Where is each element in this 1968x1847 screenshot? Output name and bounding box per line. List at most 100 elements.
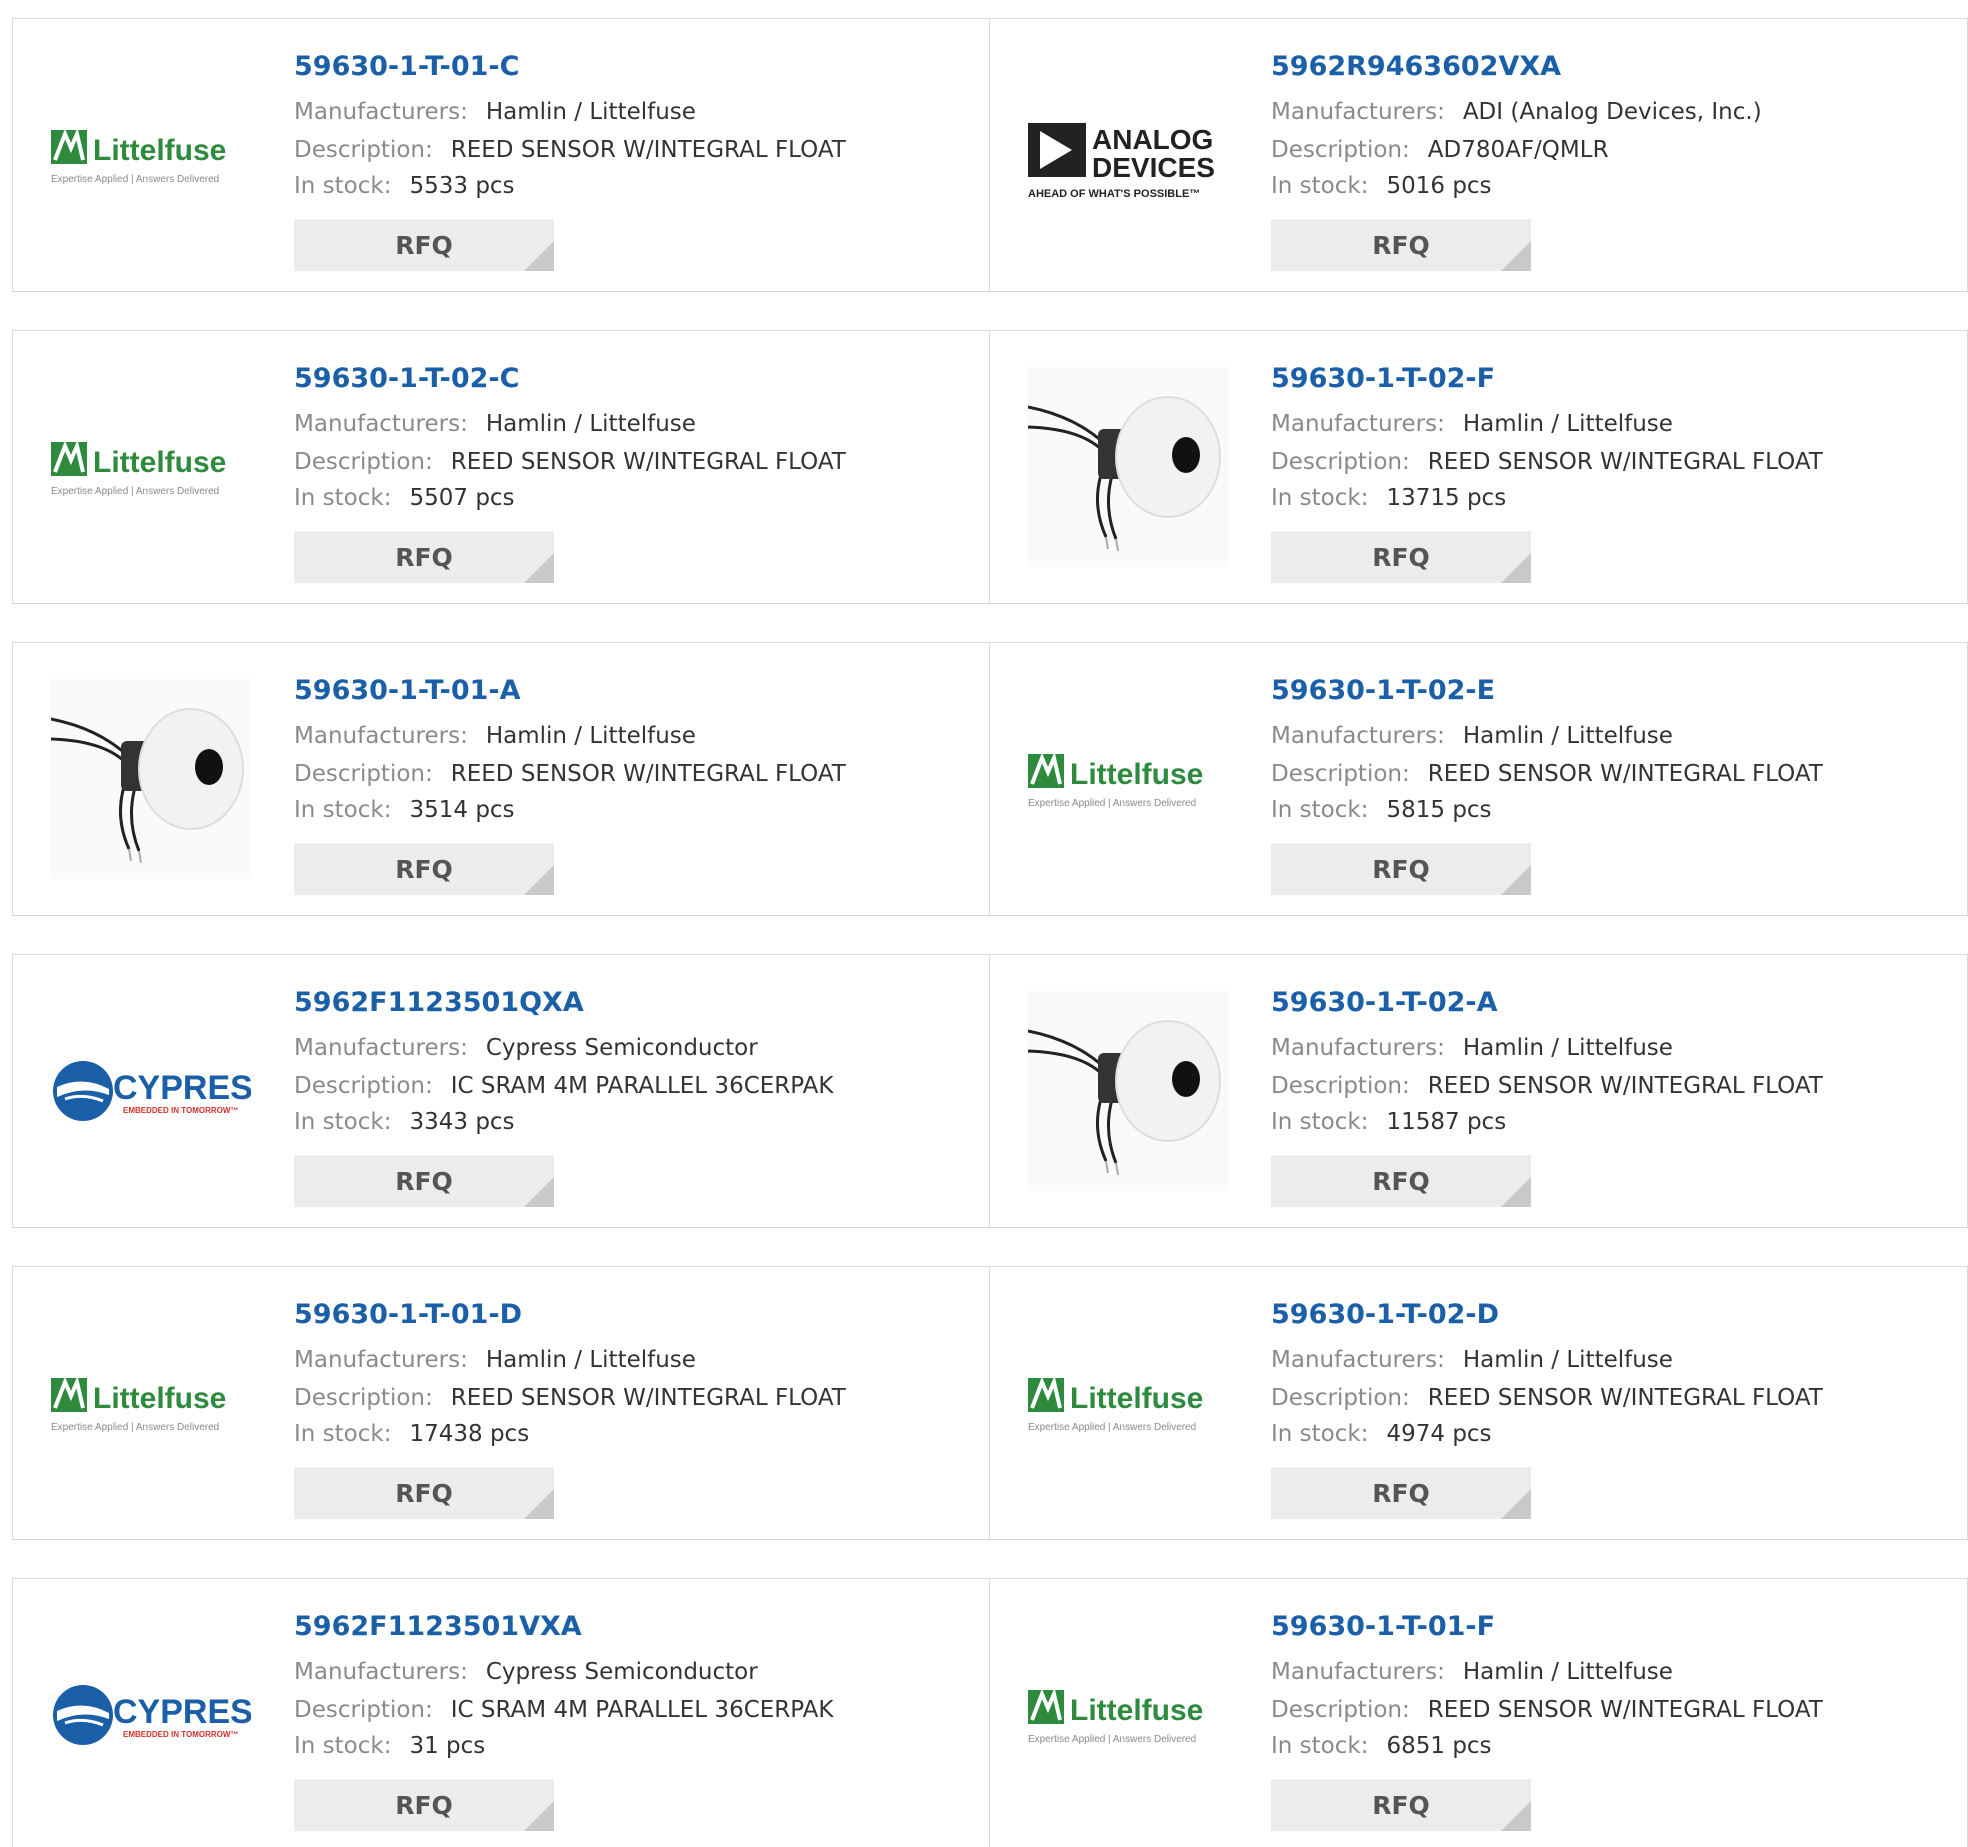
stock-label: In stock: [294,1109,392,1135]
product-image[interactable]: Littelfuse Expertise Applied | Answers D… [51,1303,251,1503]
part-number-link[interactable]: 59630-1-T-02-D [1271,1299,1499,1330]
stock: In stock: 11587 pcs [1271,1109,1506,1135]
product-image[interactable]: Littelfuse Expertise Applied | Answers D… [1028,1615,1228,1815]
rfq-button[interactable]: RFQ [294,219,554,271]
part-number-link[interactable]: 59630-1-T-02-E [1271,675,1495,706]
part-number-link[interactable]: 59630-1-T-02-A [1271,987,1498,1018]
product-image[interactable]: Littelfuse Expertise Applied | Answers D… [1028,679,1228,879]
stock-value: 31 pcs [409,1733,486,1759]
manufacturer-label: Manufacturers: [1271,1347,1445,1373]
product-image[interactable] [1028,991,1228,1191]
rfq-button[interactable]: RFQ [294,1779,554,1831]
stock-value: 6851 pcs [1386,1733,1492,1759]
product-image[interactable]: CYPRESS EMBEDDED IN TOMORROW™ [51,1615,251,1815]
description-label: Description: [1271,1073,1410,1099]
product-row: 59630-1-T-01-A Manufacturers: Hamlin / Lit… [12,642,1968,916]
rfq-label: RFQ [395,1478,453,1508]
svg-text:Littelfuse: Littelfuse [1070,758,1203,791]
description-label: Description: [294,1697,433,1723]
manufacturer: Manufacturers: Hamlin / Littelfuse [1271,1659,1673,1685]
rfq-label: RFQ [1372,542,1430,572]
manufacturer-label: Manufacturers: [1271,99,1445,125]
description-label: Description: [1271,761,1410,787]
rfq-button[interactable]: RFQ [294,843,554,895]
rfq-button[interactable]: RFQ [1271,1155,1531,1207]
manufacturer: Manufacturers: Hamlin / Littelfuse [1271,723,1673,749]
product-row: CYPRESS EMBEDDED IN TOMORROW™ 5962F11235… [12,954,1968,1228]
description-label: Description: [1271,1697,1410,1723]
product-image[interactable]: Littelfuse Expertise Applied | Answers D… [51,367,251,567]
product-card: CYPRESS EMBEDDED IN TOMORROW™ 5962F11235… [12,954,990,1228]
svg-text:EMBEDDED IN TOMORROW™: EMBEDDED IN TOMORROW™ [123,1106,238,1115]
description: Description: REED SENSOR W/INTEGRAL FLOAT [1271,1073,1823,1099]
product-image[interactable]: ANALOG DEVICES AHEAD OF WHAT'S POSSIBLE™ [1028,55,1228,255]
littelfuse-logo: Littelfuse Expertise Applied | Answers D… [1028,1375,1203,1433]
description-value: REED SENSOR W/INTEGRAL FLOAT [450,449,846,475]
svg-text:CYPRESS: CYPRESS [113,1069,251,1107]
manufacturer-label: Manufacturers: [294,411,468,437]
description: Description: REED SENSOR W/INTEGRAL FLOAT [294,449,846,475]
product-card: Littelfuse Expertise Applied | Answers D… [12,330,990,604]
product-image[interactable] [51,679,251,879]
manufacturer-value: Hamlin / Littelfuse [485,99,696,125]
product-card: Littelfuse Expertise Applied | Answers D… [12,18,990,292]
rfq-button[interactable]: RFQ [1271,219,1531,271]
manufacturer: Manufacturers: Cypress Semiconductor [294,1659,758,1685]
svg-text:Expertise Applied | Answers De: Expertise Applied | Answers Delivered [51,486,219,497]
stock-label: In stock: [1271,1421,1369,1447]
description-value: REED SENSOR W/INTEGRAL FLOAT [450,137,846,163]
rfq-button[interactable]: RFQ [294,1155,554,1207]
description-label: Description: [294,761,433,787]
rfq-label: RFQ [1372,1790,1430,1820]
manufacturer-value: Hamlin / Littelfuse [1462,1035,1673,1061]
cypress-logo: CYPRESS EMBEDDED IN TOMORROW™ [53,1061,251,1121]
part-number-link[interactable]: 59630-1-T-02-F [1271,363,1495,394]
stock-label: In stock: [1271,173,1369,199]
part-number-link[interactable]: 59630-1-T-01-F [1271,1611,1495,1642]
description-value: REED SENSOR W/INTEGRAL FLOAT [450,761,846,787]
product-card: Littelfuse Expertise Applied | Answers D… [12,1266,990,1540]
description-value: IC SRAM 4M PARALLEL 36CERPAK [450,1697,834,1723]
description-label: Description: [294,1385,433,1411]
float-sensor-photo [1028,367,1228,567]
rfq-button[interactable]: RFQ [1271,1779,1531,1831]
part-number-link[interactable]: 59630-1-T-01-A [294,675,521,706]
rfq-label: RFQ [395,542,453,572]
rfq-button[interactable]: RFQ [1271,843,1531,895]
part-number-link[interactable]: 5962F1123501VXA [294,1611,582,1642]
description: Description: REED SENSOR W/INTEGRAL FLOAT [294,137,846,163]
stock: In stock: 4974 pcs [1271,1421,1492,1447]
description-label: Description: [294,1073,433,1099]
stock-label: In stock: [294,173,392,199]
product-image[interactable]: Littelfuse Expertise Applied | Answers D… [51,55,251,255]
product-grid: Littelfuse Expertise Applied | Answers D… [0,0,1968,1847]
float-sensor-photo [1028,991,1228,1191]
rfq-button[interactable]: RFQ [294,531,554,583]
product-card: 59630-1-T-01-A Manufacturers: Hamlin / Lit… [12,642,990,916]
product-image[interactable] [1028,367,1228,567]
part-number-link[interactable]: 5962F1123501QXA [294,987,584,1018]
manufacturer-label: Manufacturers: [294,99,468,125]
part-number-link[interactable]: 59630-1-T-01-D [294,1299,522,1330]
stock-value: 3343 pcs [409,1109,515,1135]
description-value: REED SENSOR W/INTEGRAL FLOAT [1427,1073,1823,1099]
manufacturer: Manufacturers: Hamlin / Littelfuse [1271,1035,1673,1061]
product-image[interactable]: CYPRESS EMBEDDED IN TOMORROW™ [51,991,251,1191]
description: Description: REED SENSOR W/INTEGRAL FLOAT [294,761,846,787]
svg-text:Littelfuse: Littelfuse [93,134,226,167]
product-card: Littelfuse Expertise Applied | Answers D… [990,642,1968,916]
product-image[interactable]: Littelfuse Expertise Applied | Answers D… [1028,1303,1228,1503]
part-number-link[interactable]: 5962R9463602VXA [1271,51,1561,82]
product-card: Littelfuse Expertise Applied | Answers D… [990,1578,1968,1847]
part-number-link[interactable]: 59630-1-T-01-C [294,51,519,82]
part-number-link[interactable]: 59630-1-T-02-C [294,363,519,394]
rfq-button[interactable]: RFQ [1271,531,1531,583]
rfq-button[interactable]: RFQ [1271,1467,1531,1519]
description-value: IC SRAM 4M PARALLEL 36CERPAK [450,1073,834,1099]
manufacturer-value: ADI (Analog Devices, Inc.) [1462,99,1762,125]
rfq-button[interactable]: RFQ [294,1467,554,1519]
product-row: Littelfuse Expertise Applied | Answers D… [12,330,1968,604]
rfq-label: RFQ [1372,230,1430,260]
svg-text:DEVICES: DEVICES [1092,152,1215,183]
stock-label: In stock: [1271,485,1369,511]
